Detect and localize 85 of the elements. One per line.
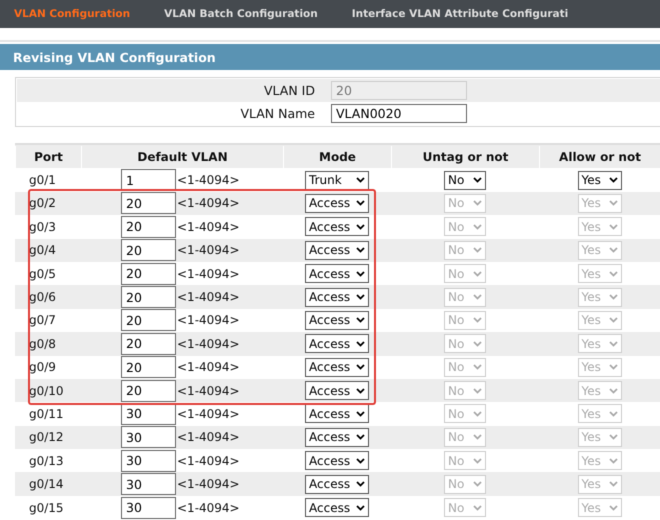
port-cell-text: g0/2 [28, 196, 57, 210]
caret-icon [608, 364, 618, 370]
caret-icon [473, 317, 482, 324]
port-cell-text: g0/9 [28, 360, 57, 374]
caret-icon [356, 504, 365, 511]
range-hint: <1-4094> [177, 220, 240, 234]
range-hint: <1-4094> [177, 477, 240, 492]
caret-icon [608, 340, 618, 347]
caret-icon [356, 270, 365, 277]
caret-icon [473, 410, 482, 417]
range-hint: <1-4094> [177, 173, 240, 188]
caret-icon [608, 504, 618, 511]
caret-icon [356, 388, 365, 394]
range-hint: <1-4094> [177, 500, 240, 515]
section-header: Revising VLAN Configuration [0, 44, 660, 70]
port-cell-text: g0/11 [28, 406, 65, 421]
field-label: VLAN ID [263, 83, 315, 98]
caret-icon [356, 294, 365, 300]
nav-tab[interactable]: VLAN Batch Configuration [164, 8, 318, 20]
caret-icon [608, 410, 618, 417]
allow-select[interactable]: Yes [578, 170, 622, 190]
caret-icon [608, 294, 618, 300]
caret-icon [608, 177, 618, 184]
range-hint: <1-4094> [177, 290, 240, 304]
caret-icon [356, 481, 365, 488]
field-label: VLAN Name [239, 106, 315, 121]
caret-icon [473, 364, 482, 370]
text-field[interactable]: VLAN0020 [331, 104, 467, 123]
caret-icon [473, 458, 482, 464]
caret-icon [608, 224, 618, 230]
port-cell-text: g0/12 [28, 430, 65, 444]
caret-icon [608, 481, 618, 488]
port-cell-text: g0/10 [28, 384, 65, 398]
port-cell-text: g0/15 [28, 500, 65, 515]
caret-icon [356, 458, 365, 464]
caret-icon [356, 224, 365, 230]
caret-icon [356, 340, 365, 347]
caret-icon [473, 247, 482, 254]
caret-icon [473, 224, 482, 230]
port-cell-text: g0/14 [28, 477, 65, 492]
port-cell-text: g0/5 [28, 266, 57, 281]
caret-icon [608, 200, 618, 206]
caret-icon [356, 177, 365, 184]
untag-select[interactable]: No [444, 170, 486, 190]
caret-icon [473, 504, 482, 511]
range-hint: <1-4094> [177, 196, 240, 210]
caret-icon [608, 458, 618, 464]
caret-icon [473, 388, 482, 394]
caret-icon [473, 200, 482, 206]
vlan-input[interactable]: 1 [121, 169, 176, 192]
range-hint: <1-4094> [177, 313, 240, 328]
caret-icon [356, 317, 365, 324]
range-hint: <1-4094> [177, 360, 240, 374]
caret-icon [356, 200, 365, 206]
caret-icon [608, 388, 618, 394]
port-cell-text: g0/6 [28, 290, 57, 304]
range-hint: <1-4094> [177, 406, 240, 421]
port-cell-text: g0/7 [28, 313, 57, 328]
caret-icon [608, 434, 618, 440]
caret-icon [473, 434, 482, 440]
caret-icon [356, 434, 365, 440]
caret-icon [473, 294, 482, 300]
caret-icon [608, 270, 618, 277]
port-cell-text: g0/3 [28, 220, 57, 234]
nav-tab[interactable]: Interface VLAN Attribute Configurati [352, 8, 568, 20]
mode-select[interactable]: Trunk [305, 170, 369, 190]
caret-icon [356, 247, 365, 254]
range-hint: <1-4094> [177, 384, 240, 398]
caret-icon [356, 364, 365, 370]
port-cell-text: g0/8 [28, 336, 57, 351]
range-hint: <1-4094> [177, 243, 240, 258]
caret-icon [473, 481, 482, 488]
caret-icon [473, 270, 482, 277]
port-cell-text: g0/4 [28, 243, 57, 258]
range-hint: <1-4094> [177, 430, 240, 444]
caret-icon [608, 317, 618, 324]
caret-icon [473, 340, 482, 347]
range-hint: <1-4094> [177, 266, 240, 281]
port-cell-text: g0/1 [28, 173, 57, 188]
range-hint: <1-4094> [177, 336, 240, 351]
caret-icon [608, 247, 618, 254]
caret-icon [473, 177, 482, 184]
range-hint: <1-4094> [177, 454, 240, 468]
caret-icon [356, 410, 365, 417]
port-cell-text: g0/13 [28, 454, 65, 468]
